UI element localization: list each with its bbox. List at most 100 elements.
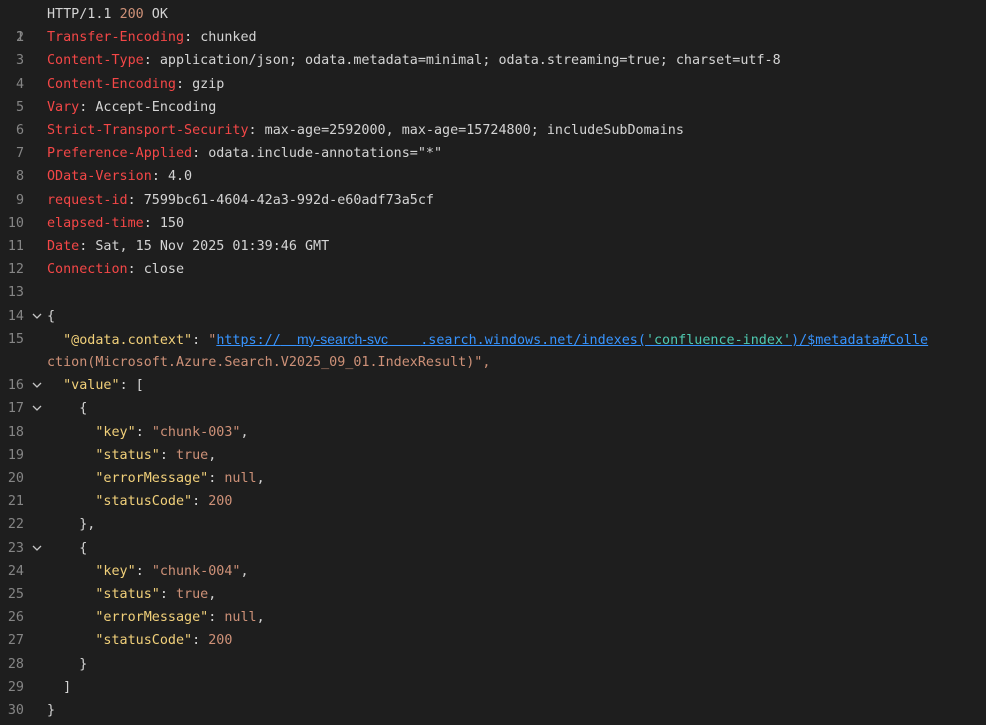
header-line: Strict-Transport-Security: max-age=25920… bbox=[47, 123, 684, 138]
json-prop: "errorMessage": null, bbox=[95, 471, 265, 486]
json-value: null bbox=[224, 471, 257, 486]
header-value: 150 bbox=[159, 215, 185, 231]
header-value: close bbox=[143, 262, 185, 278]
odata-context-link[interactable]: https:// my-search-svc .search.windows.n… bbox=[216, 330, 929, 348]
header-value: max-age=2592000, max-age=15724800; inclu… bbox=[264, 123, 684, 138]
header-value: 7599bc61-4604-42a3-992d-e60adf73a5cf bbox=[143, 192, 434, 208]
json-prop: "statusCode": 200 bbox=[95, 633, 233, 649]
json-open-brace: { bbox=[47, 308, 56, 324]
wrapped-text: ction(Microsoft.Azure.Search.V2025_09_01… bbox=[47, 355, 491, 370]
odata-context-wrap: ction(Microsoft.Azure.Search.V2025_09_01… bbox=[47, 351, 490, 374]
header-line: Content-Encoding: gzip bbox=[47, 76, 225, 92]
header-name: Content-Type bbox=[47, 53, 144, 69]
json-key: "errorMessage" bbox=[95, 610, 209, 626]
line-number: 5 bbox=[15, 99, 24, 115]
status-line: HTTP/1.1 200 OK bbox=[47, 3, 168, 26]
header-line: Content-Type: application/json; odata.me… bbox=[47, 53, 781, 69]
header-value: 4.0 bbox=[167, 169, 193, 185]
header-line: Connection: close bbox=[47, 262, 185, 278]
line-number: 14 bbox=[7, 308, 24, 324]
status-code: 200 bbox=[119, 7, 144, 22]
line-number: 22 bbox=[7, 517, 24, 533]
json-value: null bbox=[224, 610, 257, 626]
header-name: Date bbox=[47, 239, 80, 254]
url-start: https:// bbox=[216, 332, 281, 348]
json-value: true bbox=[176, 587, 209, 602]
object-open: { bbox=[47, 401, 88, 417]
line-number: 15 bbox=[7, 331, 24, 347]
line-number: 6 bbox=[15, 123, 24, 138]
header-value: Sat, 15 Nov 2025 01:39:46 GMT bbox=[95, 239, 330, 254]
line-number: 25 bbox=[7, 587, 24, 602]
json-key: "status" bbox=[95, 447, 160, 463]
response-editor[interactable]: 1 HTTP/1.1 200 OK 2 Transfer-Encoding: c… bbox=[0, 0, 986, 725]
json-key: "key" bbox=[95, 424, 136, 440]
header-line: OData-Version: 4.0 bbox=[47, 169, 193, 185]
header-value: chunked bbox=[200, 30, 257, 46]
header-line: Vary: Accept-Encoding bbox=[47, 99, 217, 115]
json-prop: "status": true, bbox=[95, 587, 217, 602]
header-value: gzip bbox=[192, 76, 225, 92]
json-key: "errorMessage" bbox=[95, 471, 209, 486]
header-line: request-id: 7599bc61-4604-42a3-992d-e60a… bbox=[47, 192, 434, 208]
json-value: 200 bbox=[208, 494, 233, 510]
value-key-line: "value": [ bbox=[63, 378, 144, 394]
header-value: odata.include-annotations="*" bbox=[208, 146, 443, 162]
json-key: "@odata.context" bbox=[63, 332, 193, 348]
odata-context-line: "@odata.context": "https:// my-search-sv… bbox=[63, 330, 929, 348]
fold-chevron-icon[interactable] bbox=[31, 537, 43, 560]
line-number: 9 bbox=[15, 192, 24, 208]
json-prop: "statusCode": 200 bbox=[95, 494, 233, 510]
json-close-brace: } bbox=[47, 703, 56, 718]
line-number: 11 bbox=[7, 239, 24, 254]
json-prop: "errorMessage": null, bbox=[95, 610, 265, 626]
header-name: Strict-Transport-Security bbox=[47, 123, 249, 138]
line-number: 20 bbox=[7, 471, 24, 486]
line-number: 21 bbox=[7, 494, 24, 510]
header-name: elapsed-time bbox=[47, 215, 144, 231]
line-number: 7 bbox=[15, 146, 24, 162]
url-mid: .search.windows.net/indexes( bbox=[420, 332, 646, 348]
line-number: 8 bbox=[15, 169, 24, 185]
header-name: Content-Encoding bbox=[47, 76, 176, 92]
fold-chevron-icon[interactable] bbox=[31, 397, 43, 420]
json-key: "value" bbox=[63, 378, 120, 394]
line-number: 28 bbox=[7, 656, 24, 672]
line-number: 30 bbox=[7, 703, 24, 718]
fold-chevron-icon[interactable] bbox=[31, 305, 43, 328]
json-key: "status" bbox=[95, 587, 160, 602]
url-end: )/$metadata#Colle bbox=[791, 332, 929, 348]
line-number: 26 bbox=[7, 610, 24, 626]
header-name: Transfer-Encoding bbox=[47, 30, 185, 46]
index-name: 'confluence-index' bbox=[645, 332, 792, 348]
header-value: Accept-Encoding bbox=[95, 99, 217, 115]
service-name: my-search-svc bbox=[296, 330, 388, 347]
fold-chevron-icon[interactable] bbox=[31, 374, 43, 397]
json-key: "statusCode" bbox=[95, 633, 193, 649]
line-number: 13 bbox=[7, 285, 24, 301]
json-prop: "key": "chunk-004", bbox=[95, 563, 249, 579]
line-number: 10 bbox=[7, 215, 24, 231]
line-number: 29 bbox=[7, 679, 24, 695]
json-value: 200 bbox=[208, 633, 233, 649]
json-value: true bbox=[176, 447, 209, 463]
header-line: Preference-Applied: odata.include-annota… bbox=[47, 146, 443, 162]
line-number: 4 bbox=[15, 76, 24, 92]
object-close: }, bbox=[47, 517, 96, 533]
json-prop: "key": "chunk-003", bbox=[95, 424, 249, 440]
status-text: OK bbox=[143, 7, 168, 22]
object-open: { bbox=[47, 540, 88, 556]
header-line: Transfer-Encoding: chunked bbox=[47, 30, 257, 46]
json-key: "key" bbox=[95, 563, 136, 579]
line-number: 23 bbox=[7, 540, 24, 556]
json-value: "chunk-004" bbox=[151, 563, 241, 579]
header-line: Date: Sat, 15 Nov 2025 01:39:46 GMT bbox=[47, 239, 330, 254]
array-close: ] bbox=[47, 679, 72, 695]
line-number: 12 bbox=[7, 262, 24, 278]
header-line: elapsed-time: 150 bbox=[47, 215, 185, 231]
protocol: HTTP/1.1 bbox=[47, 7, 120, 22]
line-number: 18 bbox=[7, 424, 24, 440]
line-number: 24 bbox=[7, 563, 24, 579]
json-value: "chunk-003" bbox=[151, 424, 241, 440]
header-name: OData-Version bbox=[47, 169, 152, 185]
